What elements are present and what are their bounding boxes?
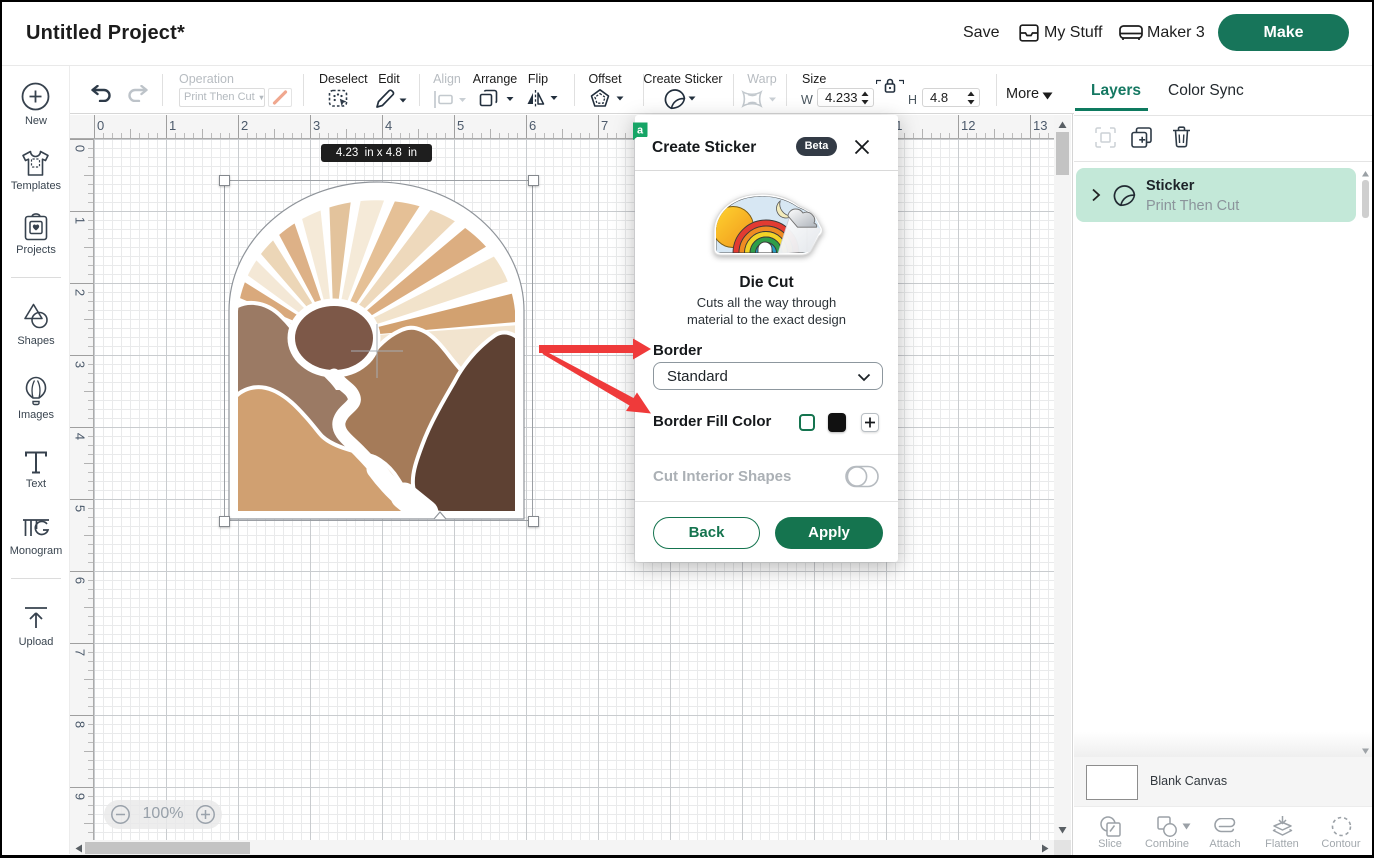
svg-text:a: a	[637, 125, 644, 137]
